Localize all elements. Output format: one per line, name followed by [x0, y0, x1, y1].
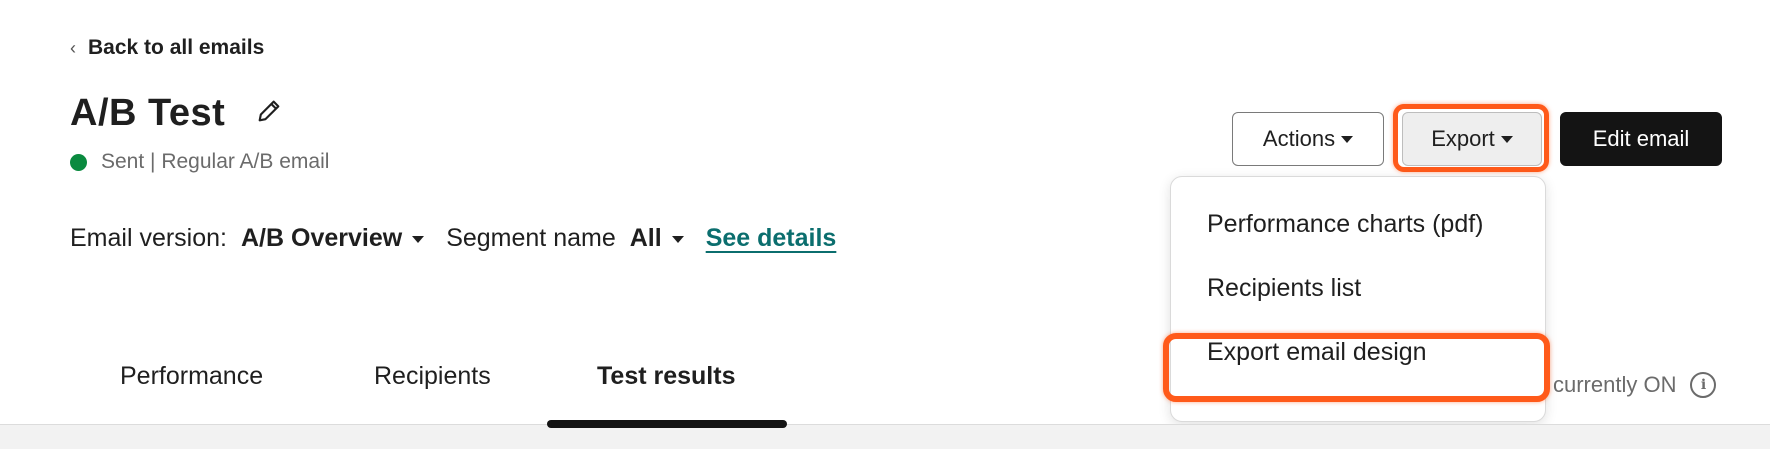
actions-button[interactable]: Actions	[1232, 112, 1384, 166]
menu-item-performance-charts[interactable]: Performance charts (pdf)	[1207, 210, 1484, 239]
caret-down-icon	[671, 235, 684, 243]
edit-email-button[interactable]: Edit email	[1560, 112, 1722, 166]
caret-down-icon	[412, 235, 425, 243]
actions-button-label: Actions	[1262, 126, 1336, 151]
status-dot-icon	[70, 153, 87, 171]
info-icon[interactable]: i	[1690, 372, 1717, 398]
back-link[interactable]: ‹ Back to all emails	[70, 36, 264, 60]
page-title: A/B Test	[70, 92, 226, 134]
tab-performance[interactable]: Performance	[120, 362, 263, 391]
export-button-highlight	[1393, 104, 1549, 172]
menu-item-recipients-list[interactable]: Recipients list	[1207, 274, 1361, 303]
email-version-value: A/B Overview	[241, 224, 403, 252]
export-email-design-highlight	[1163, 333, 1550, 402]
active-tab-indicator	[547, 420, 787, 428]
chevron-left-icon: ‹	[70, 37, 76, 58]
pencil-icon[interactable]	[255, 97, 283, 130]
segment-name-label: Segment name	[446, 224, 616, 252]
segment-dropdown[interactable]: All	[630, 224, 684, 253]
ab-status: currently ON i	[1553, 372, 1717, 398]
segment-value: All	[629, 224, 662, 252]
content-divider	[0, 424, 1770, 449]
tab-recipients[interactable]: Recipients	[374, 362, 491, 391]
filter-bar: Email version: A/B Overview Segment name…	[70, 224, 836, 253]
email-version-dropdown[interactable]: A/B Overview	[241, 224, 425, 253]
status-row: Sent | Regular A/B email	[70, 150, 329, 174]
see-details-link[interactable]: See details	[706, 224, 837, 253]
back-link-label: Back to all emails	[88, 36, 265, 59]
caret-down-icon	[1341, 135, 1354, 143]
ab-status-text: currently ON	[1553, 372, 1677, 397]
page-header: A/B Test	[70, 92, 283, 135]
tab-test-results[interactable]: Test results	[597, 362, 735, 391]
email-version-label: Email version:	[70, 224, 227, 252]
status-text: Sent | Regular A/B email	[101, 150, 330, 173]
